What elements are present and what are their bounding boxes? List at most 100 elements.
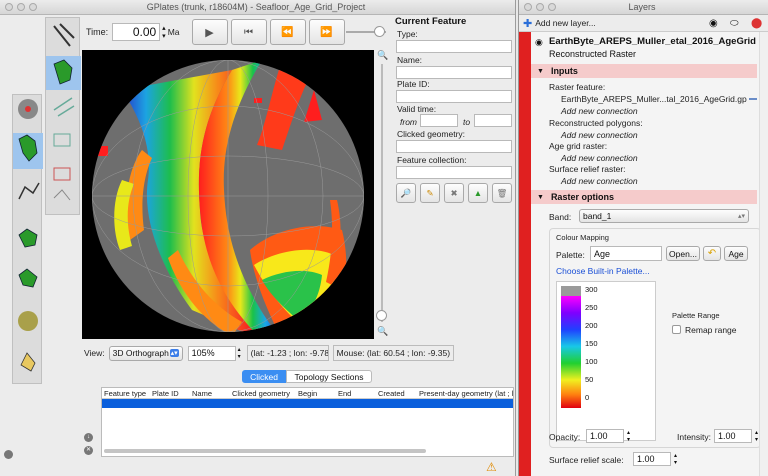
- globe-render[interactable]: [82, 50, 374, 339]
- tool-icons[interactable]: [46, 18, 81, 216]
- edit-feature-button[interactable]: ✎: [420, 183, 440, 203]
- col-end[interactable]: End: [338, 389, 378, 398]
- band-label: Band:: [549, 212, 572, 222]
- time-input[interactable]: 0.00: [112, 23, 161, 41]
- palette-tick-200: 200: [585, 321, 598, 330]
- col-name[interactable]: Name: [192, 389, 232, 398]
- table-row-selected[interactable]: [102, 399, 513, 408]
- layers-close-button[interactable]: [524, 3, 532, 11]
- warning-icon[interactable]: ⚠: [486, 460, 497, 474]
- canvas-settings-icon[interactable]: [4, 450, 13, 459]
- raster-feature-add-connection[interactable]: Add new connection: [561, 106, 638, 116]
- zoom-in-icon[interactable]: 🔍: [377, 50, 388, 61]
- split-feature-icon: [53, 189, 71, 201]
- layers-window: Layers ✚ Add new layer... ◉ ⬭ ⬤ ◉ EarthB…: [518, 0, 768, 476]
- valid-to-field[interactable]: [474, 114, 512, 127]
- step-back-button[interactable]: ⏪: [269, 19, 306, 45]
- col-feature-type[interactable]: Feature type: [102, 389, 152, 398]
- reset-button[interactable]: ⏮: [230, 19, 267, 45]
- panel-toggle-icon[interactable]: ↓: [84, 433, 93, 442]
- projection-select[interactable]: 3D Orthograph ▴▾: [108, 345, 183, 361]
- zoom-slider-handle[interactable]: [376, 310, 387, 321]
- query-feature-button[interactable]: 🔎: [396, 183, 416, 203]
- valid-from-field[interactable]: [420, 114, 458, 127]
- layer-visibility-eye-icon[interactable]: ◉: [535, 37, 543, 48]
- palette-legend: 300 250 200 150 100 50 0: [556, 281, 656, 441]
- disconnect-icon[interactable]: [749, 98, 757, 100]
- tab-clicked[interactable]: Clicked: [242, 370, 286, 383]
- raster-feature-connection[interactable]: EarthByte_AREPS_Muller...tal_2016_AgeGri…: [561, 94, 749, 104]
- collapse-raster-options-icon[interactable]: ▼: [537, 194, 544, 201]
- layers-zoom-button[interactable]: [548, 3, 556, 11]
- band-chevron-icon: ▴▾: [737, 213, 745, 220]
- age-palette-button[interactable]: Age: [724, 246, 748, 261]
- plate-id-field[interactable]: [396, 90, 512, 103]
- layers-toolbar: ✚ Add new layer... ◉ ⬭ ⬤: [519, 15, 768, 32]
- time-stepper-icon[interactable]: ▴ ▾: [162, 24, 166, 40]
- name-field[interactable]: [396, 66, 512, 79]
- zoom-slider[interactable]: 🔍 🔍: [376, 50, 388, 339]
- toolbox-category-icons[interactable]: [13, 95, 43, 385]
- intensity-field[interactable]: 1.00: [714, 429, 752, 443]
- palette-field[interactable]: Age: [590, 246, 662, 261]
- polygons-add-connection[interactable]: Add new connection: [561, 130, 638, 140]
- band-select[interactable]: band_1 ▴▾: [579, 209, 749, 223]
- close-window-button[interactable]: [5, 3, 13, 11]
- surface-relief-add-connection[interactable]: Add new connection: [561, 176, 638, 186]
- rewind-to-start-icon: ⏮: [244, 26, 253, 38]
- feature-collection-field[interactable]: [396, 166, 512, 179]
- minimize-window-button[interactable]: [17, 3, 25, 11]
- layers-minimize-button[interactable]: [536, 3, 544, 11]
- remap-range-checkbox[interactable]: [672, 325, 681, 334]
- show-visible-layers-icon[interactable]: ◉: [709, 18, 718, 29]
- layer-name[interactable]: EarthByte_AREPS_Muller_etal_2016_AgeGrid: [549, 36, 756, 47]
- time-slider-handle[interactable]: [374, 26, 385, 37]
- zoom-out-icon[interactable]: 🔍: [377, 326, 388, 337]
- intensity-label: Intensity:: [677, 432, 712, 442]
- type-field[interactable]: [396, 40, 512, 53]
- collapse-inputs-icon[interactable]: ▼: [537, 68, 544, 75]
- col-created[interactable]: Created: [378, 389, 419, 398]
- inputs-header[interactable]: ▼ Inputs: [531, 64, 757, 78]
- table-scrollbar[interactable]: [101, 448, 514, 454]
- clicked-geometry-field[interactable]: [396, 140, 512, 153]
- step-forward-button[interactable]: ⏩: [308, 19, 345, 45]
- panel-close-icon[interactable]: ✕: [84, 446, 93, 455]
- undo-palette-button[interactable]: ↶: [703, 246, 721, 261]
- globe-canvas[interactable]: [82, 50, 374, 339]
- surface-relief-raster-label: Surface relief raster:: [549, 164, 626, 174]
- type-label: Type:: [397, 29, 418, 39]
- opacity-field[interactable]: 1.00: [586, 429, 624, 443]
- add-layer-icon[interactable]: ✚: [523, 17, 532, 30]
- add-layer-button[interactable]: Add new layer...: [535, 18, 595, 28]
- zoom-field[interactable]: 105%: [187, 345, 236, 361]
- col-clicked-geometry[interactable]: Clicked geometry: [232, 389, 298, 398]
- col-plate-id[interactable]: Plate ID: [152, 389, 192, 398]
- zoom-stepper-icon[interactable]: ▴ ▾: [238, 346, 241, 360]
- open-palette-button[interactable]: Open...: [666, 246, 700, 261]
- raster-options-header[interactable]: ▼ Raster options: [531, 190, 757, 204]
- clone-geometry-button[interactable]: ✖: [444, 183, 464, 203]
- tab-topology-sections[interactable]: Topology Sections: [286, 370, 372, 383]
- surface-relief-scale-field[interactable]: 1.00: [633, 452, 671, 466]
- remap-range-label[interactable]: Remap range: [685, 325, 737, 335]
- zoom-window-button[interactable]: [29, 3, 37, 11]
- intensity-stepper-icon[interactable]: ▴ ▾: [755, 429, 758, 443]
- opacity-stepper-icon[interactable]: ▴ ▾: [627, 429, 630, 443]
- surface-relief-stepper-icon[interactable]: ▴ ▾: [674, 452, 677, 466]
- layer-stack-icon[interactable]: ⬭: [730, 18, 739, 29]
- col-present-day-geometry[interactable]: Present-day geometry (lat ; l: [419, 389, 513, 398]
- edit-icon: ✎: [426, 187, 434, 198]
- colour-layers-icon[interactable]: ⬤: [751, 18, 762, 29]
- clone-feature-button[interactable]: ▲: [468, 183, 488, 203]
- layers-scrollbar[interactable]: [759, 32, 768, 476]
- palette-tick-0: 0: [585, 393, 590, 402]
- play-button[interactable]: ▶: [191, 19, 228, 45]
- delete-feature-button[interactable]: 🗑: [492, 183, 512, 203]
- measure-tool-icon: [20, 352, 36, 372]
- age-grid-add-connection[interactable]: Add new connection: [561, 153, 638, 163]
- col-begin[interactable]: Begin: [298, 389, 338, 398]
- zoom-slider-track[interactable]: [381, 64, 383, 322]
- play-icon: ▶: [205, 26, 214, 39]
- builtin-palette-link[interactable]: Choose Built-in Palette...: [556, 266, 650, 276]
